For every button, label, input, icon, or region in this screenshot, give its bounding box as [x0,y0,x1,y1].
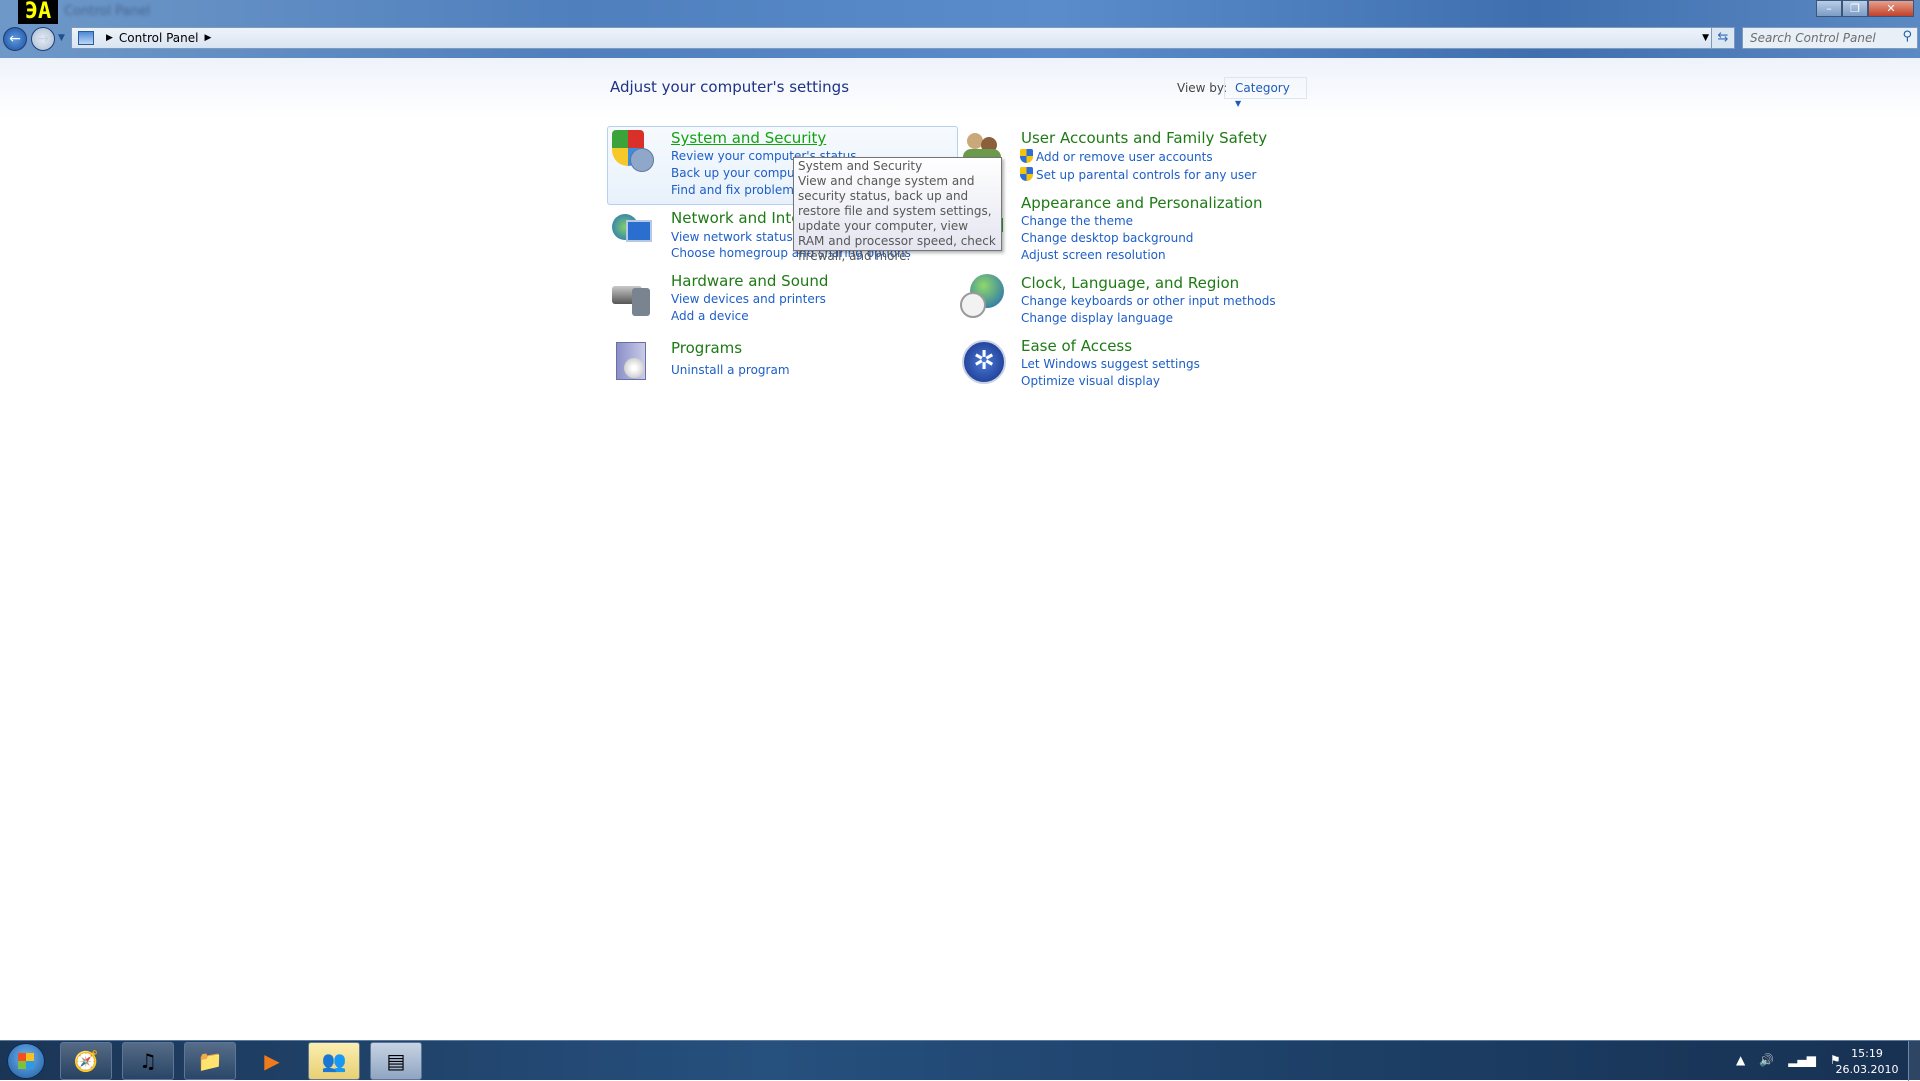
link-change-theme[interactable]: Change the theme [1021,214,1133,228]
search-placeholder: Search Control Panel [1750,31,1876,45]
view-by-dropdown[interactable]: Category ▼ [1224,77,1307,108]
programs-icon[interactable] [612,340,656,384]
breadcrumb-control-panel[interactable]: Control Panel [119,31,199,45]
search-input[interactable]: Search Control Panel ⚲ [1742,27,1918,49]
tooltip: System and Security View and change syst… [793,157,1002,263]
control-panel-taskbar-icon[interactable]: ▤ [370,1042,422,1080]
logo: ЭА [18,0,58,24]
show-desktop-button[interactable] [1908,1041,1920,1081]
media-player-icon[interactable]: ▶ [246,1042,298,1080]
messenger-icon[interactable]: 👥 [308,1042,360,1080]
view-by-label: View by: [1177,81,1228,95]
view-by-value: Category [1235,81,1290,95]
link-add-device[interactable]: Add a device [671,309,749,323]
ease-of-access-icon[interactable]: ✲ [962,340,1006,384]
recent-pages-dropdown-icon[interactable]: ▼ [58,33,65,43]
itunes-icon[interactable]: ♫ [122,1042,174,1080]
clock-time: 15:19 [1851,1047,1883,1060]
category-system-security[interactable]: System and Security [671,129,826,147]
address-bar[interactable]: ▶ Control Panel ▶ ▼ [71,27,1716,49]
window-title: Control Panel [64,4,151,19]
restore-button[interactable]: ❐ [1842,0,1868,17]
printer-icon[interactable] [612,274,656,318]
category-clock-language[interactable]: Clock, Language, and Region [1021,274,1239,292]
category-ease-of-access[interactable]: Ease of Access [1021,337,1132,355]
close-button[interactable]: ✕ [1868,0,1914,17]
category-user-accounts[interactable]: User Accounts and Family Safety [1021,129,1267,147]
shield-icon[interactable] [612,130,656,174]
link-desktop-background[interactable]: Change desktop background [1021,231,1193,245]
explorer-folder-icon[interactable]: 📁 [184,1042,236,1080]
clock[interactable]: 15:19 26.03.2010 [1832,1046,1902,1078]
forward-button[interactable]: → [31,27,55,51]
network-icon[interactable] [612,214,656,258]
category-appearance[interactable]: Appearance and Personalization [1021,194,1263,212]
link-optimize-display[interactable]: Optimize visual display [1021,374,1160,388]
chevron-right-icon[interactable]: ▶ [106,33,113,43]
link-find-fix[interactable]: Find and fix problems [671,183,800,197]
link-suggest-settings[interactable]: Let Windows suggest settings [1021,357,1200,371]
page-title: Adjust your computer's settings [610,78,850,96]
taskbar: 🧭 ♫ 📁 ▶ 👥 ▤ ▲ 🔊 ▂▄▆ ⚑ 15:19 26.03.2010 [0,1040,1920,1081]
clock-globe-icon[interactable] [960,274,1004,318]
category-hardware-sound[interactable]: Hardware and Sound [671,272,828,290]
system-tray: ▲ 🔊 ▂▄▆ ⚑ [1736,1053,1841,1067]
windows-logo-icon [18,1053,34,1069]
address-dropdown-icon[interactable]: ▼ [1702,33,1709,43]
link-screen-resolution[interactable]: Adjust screen resolution [1021,248,1166,262]
link-backup[interactable]: Back up your computer [671,166,812,180]
start-button[interactable] [7,1043,45,1079]
network-signal-icon[interactable]: ▂▄▆ [1788,1053,1816,1067]
link-display-language[interactable]: Change display language [1021,311,1173,325]
chevron-down-icon: ▼ [1235,99,1242,108]
uac-shield-icon [1020,149,1033,163]
link-uninstall[interactable]: Uninstall a program [671,363,790,377]
category-programs[interactable]: Programs [671,339,742,357]
back-button[interactable]: ← [3,27,27,51]
search-icon[interactable]: ⚲ [1902,29,1912,44]
tooltip-body: View and change system and security stat… [798,174,996,263]
show-hidden-icons[interactable]: ▲ [1736,1053,1745,1067]
chevron-right-icon[interactable]: ▶ [205,33,212,43]
link-devices-printers[interactable]: View devices and printers [671,292,826,306]
volume-icon[interactable]: 🔊 [1759,1053,1774,1067]
safari-icon[interactable]: 🧭 [60,1042,112,1080]
window-titlebar: ЭА Control Panel – ❐ ✕ ← → ▼ ▶ Control P… [0,0,1920,58]
minimize-button[interactable]: – [1816,0,1842,17]
clock-date: 26.03.2010 [1835,1063,1899,1076]
uac-shield-icon [1020,167,1033,181]
tooltip-title: System and Security [798,159,923,173]
link-add-remove-users[interactable]: Add or remove user accounts [1020,149,1213,164]
control-panel-icon [78,31,94,45]
refresh-button[interactable]: ⇆ [1711,27,1735,49]
link-keyboards[interactable]: Change keyboards or other input methods [1021,294,1276,308]
link-parental-controls[interactable]: Set up parental controls for any user [1020,167,1256,182]
